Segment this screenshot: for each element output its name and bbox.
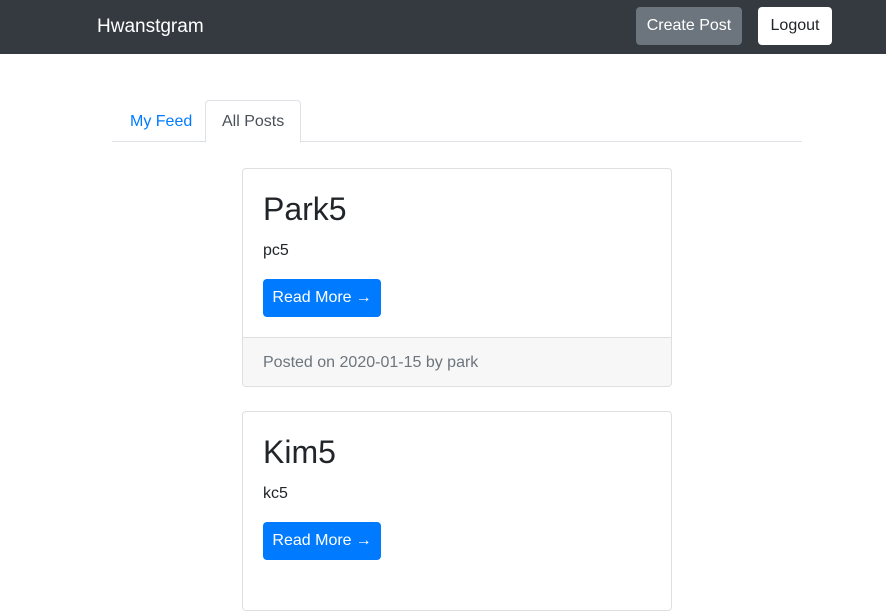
- create-post-button[interactable]: Create Post: [636, 7, 742, 45]
- post-title: Park5: [263, 191, 347, 227]
- tab-all-posts[interactable]: All Posts: [205, 100, 302, 143]
- post-text: pc5: [263, 242, 289, 259]
- navbar-brand[interactable]: Hwanstgram: [97, 15, 204, 39]
- navbar: Hwanstgram Create Post Logout: [0, 0, 886, 54]
- logout-button[interactable]: Logout: [758, 7, 832, 45]
- read-more-button[interactable]: Read More →: [263, 522, 381, 560]
- post-text: kc5: [263, 485, 288, 502]
- read-more-label: Read More: [272, 532, 352, 549]
- post-card: Kim5 kc5 Read More →: [242, 411, 672, 611]
- posted-on-label: Posted on: [263, 354, 336, 371]
- post-card: Park5 pc5 Read More → Posted on 2020-01-1…: [242, 168, 672, 387]
- arrow-right-icon: →: [355, 532, 372, 549]
- post-title: Kim5: [263, 434, 336, 470]
- by-label: by: [425, 354, 443, 371]
- post-author: park: [447, 354, 479, 371]
- feed-tabs: My Feed All Posts: [112, 100, 802, 143]
- read-more-label: Read More: [272, 289, 352, 306]
- arrow-right-icon: →: [355, 289, 372, 306]
- tab-my-feed[interactable]: My Feed: [113, 100, 209, 142]
- post-date: 2020-01-15: [339, 354, 422, 371]
- post-footer: Posted on 2020-01-15 by park: [243, 337, 671, 386]
- read-more-button[interactable]: Read More →: [263, 279, 381, 317]
